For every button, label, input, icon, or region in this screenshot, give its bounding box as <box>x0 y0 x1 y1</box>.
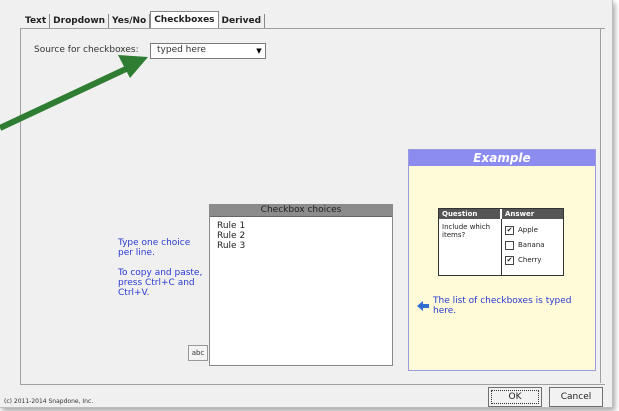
choice-line: Rule 3 <box>217 241 246 251</box>
tab-checkboxes[interactable]: Checkboxes <box>150 11 219 28</box>
example-question: Include which items? <box>442 223 491 239</box>
tab-bar: Text Dropdown Yes/No Checkboxes Derived <box>22 11 266 28</box>
tab-derived[interactable]: Derived <box>219 14 266 28</box>
example-option: Banana <box>505 241 545 250</box>
hint-one-per-line: Type one choice per line. <box>118 238 191 258</box>
checkbox-checked-icon: ✔ <box>505 256 514 265</box>
example-column-divider <box>501 219 502 275</box>
example-note: The list of checkboxes is typed here. <box>433 296 572 316</box>
cancel-button[interactable]: Cancel <box>549 387 603 407</box>
example-title: Example <box>409 150 595 166</box>
chevron-down-icon[interactable]: ▼ <box>253 44 265 58</box>
checkbox-choices-box[interactable]: Checkbox choices Rule 1 Rule 2 Rule 3 <box>209 204 393 366</box>
left-arrow-icon <box>417 301 429 311</box>
panel-border <box>600 28 601 383</box>
source-dropdown[interactable]: typed here ▼ <box>150 43 266 59</box>
example-option-label: Cherry <box>518 256 542 264</box>
dialog-window: Text Dropdown Yes/No Checkboxes Derived … <box>0 0 613 408</box>
copyright-text: (c) 2011-2014 Snapdone, Inc. <box>4 398 94 405</box>
ok-button[interactable]: OK <box>488 387 542 407</box>
tab-dropdown[interactable]: Dropdown <box>50 14 110 28</box>
source-dropdown-value: typed here <box>157 45 206 55</box>
tab-text[interactable]: Text <box>22 14 51 28</box>
checkbox-unchecked-icon <box>505 241 514 250</box>
choice-line: Rule 1 <box>217 221 246 231</box>
focus-ring <box>491 390 539 404</box>
checkbox-choices-textarea[interactable]: Rule 1 Rule 2 Rule 3 <box>210 217 392 251</box>
example-option: ✔ Apple <box>505 226 538 235</box>
checkbox-choices-header: Checkbox choices <box>210 205 392 217</box>
choice-line: Rule 2 <box>217 231 246 241</box>
example-question-header: Question <box>439 209 501 219</box>
spellcheck-button[interactable]: abc <box>188 345 208 361</box>
example-option-label: Apple <box>518 226 538 234</box>
tab-yes-no[interactable]: Yes/No <box>109 14 151 28</box>
example-option-label: Banana <box>518 241 545 249</box>
example-option: ✔ Cherry <box>505 256 541 265</box>
example-table: Question Answer Include which items? ✔ A… <box>438 208 564 276</box>
checkbox-checked-icon: ✔ <box>505 226 514 235</box>
hint-copy-paste: To copy and paste, press Ctrl+C and Ctrl… <box>118 268 203 298</box>
example-answer-header: Answer <box>502 209 563 219</box>
example-panel: Example Question Answer Include which it… <box>408 149 596 371</box>
source-label: Source for checkboxes: <box>34 45 139 55</box>
